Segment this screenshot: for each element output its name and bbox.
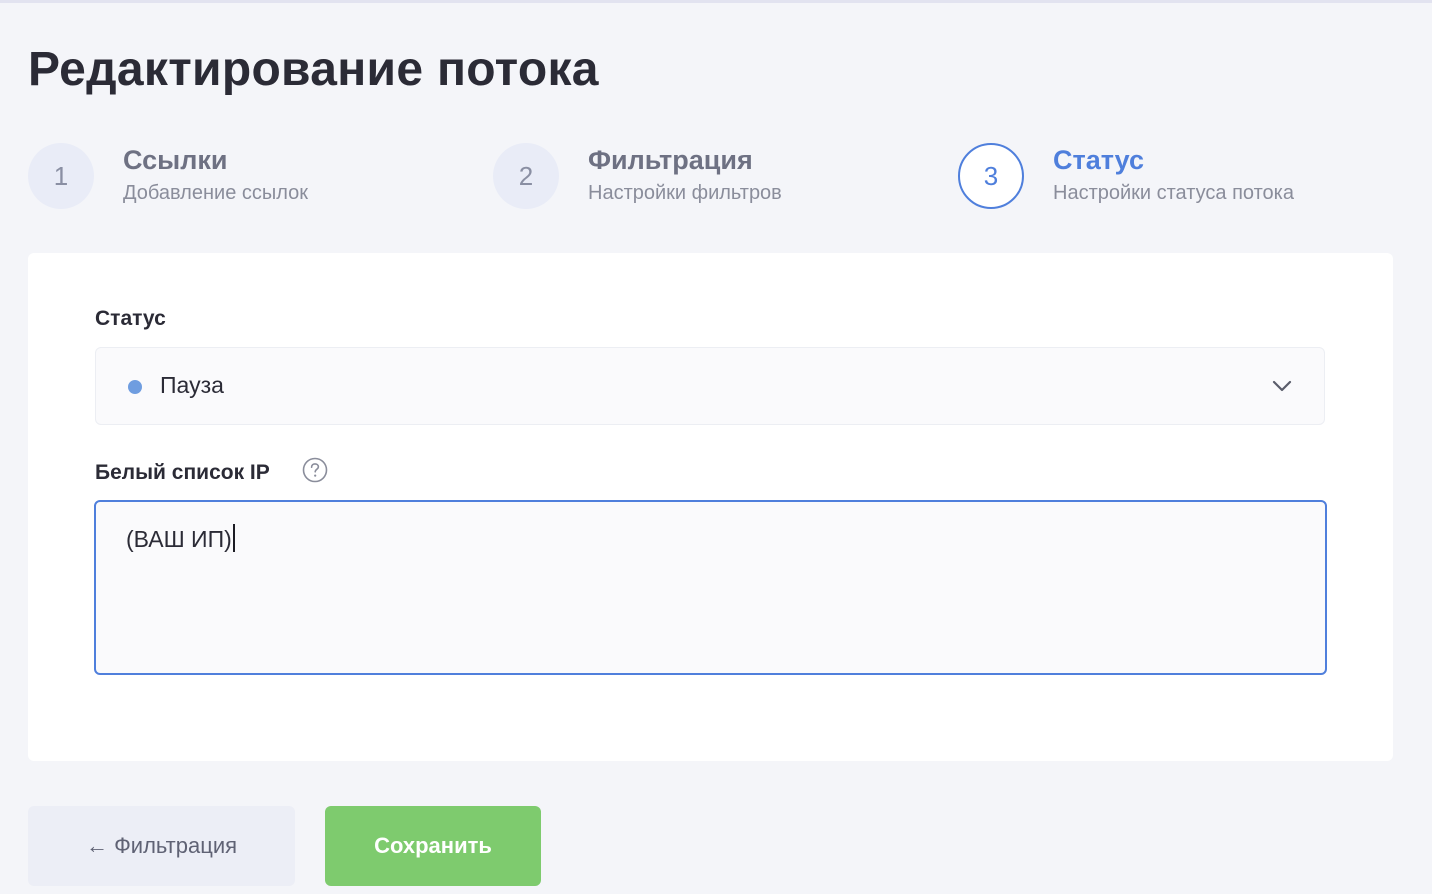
step-number: 3 <box>958 143 1024 209</box>
step-subtitle: Настройки фильтров <box>588 182 782 204</box>
chevron-down-icon <box>1272 380 1292 392</box>
question-circle-icon[interactable] <box>302 457 328 483</box>
save-button[interactable]: Сохранить <box>325 806 541 886</box>
top-divider <box>0 0 1432 3</box>
step-number: 2 <box>493 143 559 209</box>
step-number: 1 <box>28 143 94 209</box>
step-title: Фильтрация <box>588 145 753 175</box>
ip-whitelist-label: Белый список IP <box>95 461 270 484</box>
status-label: Статус <box>95 307 166 330</box>
status-selected-value: Пауза <box>160 372 224 398</box>
status-select[interactable]: Пауза <box>95 347 1325 425</box>
step-title: Статус <box>1053 145 1144 175</box>
step-title: Ссылки <box>123 145 228 175</box>
step-subtitle: Настройки статуса потока <box>1053 182 1294 204</box>
status-settings-card: Статус Пауза Белый список IP (ВАШ ИП) <box>28 253 1393 761</box>
ip-whitelist-value: (ВАШ ИП) <box>126 526 232 552</box>
stepper: 1 Ссылки Добавление ссылок 2 Фильтрация … <box>28 143 1408 213</box>
ip-whitelist-textarea[interactable]: (ВАШ ИП) <box>94 500 1327 675</box>
step-subtitle: Добавление ссылок <box>123 182 309 204</box>
page-title: Редактирование потока <box>28 43 599 96</box>
text-caret <box>232 524 235 552</box>
back-to-filtering-button[interactable]: ← Фильтрация <box>28 806 295 886</box>
status-dot-icon <box>128 380 142 394</box>
